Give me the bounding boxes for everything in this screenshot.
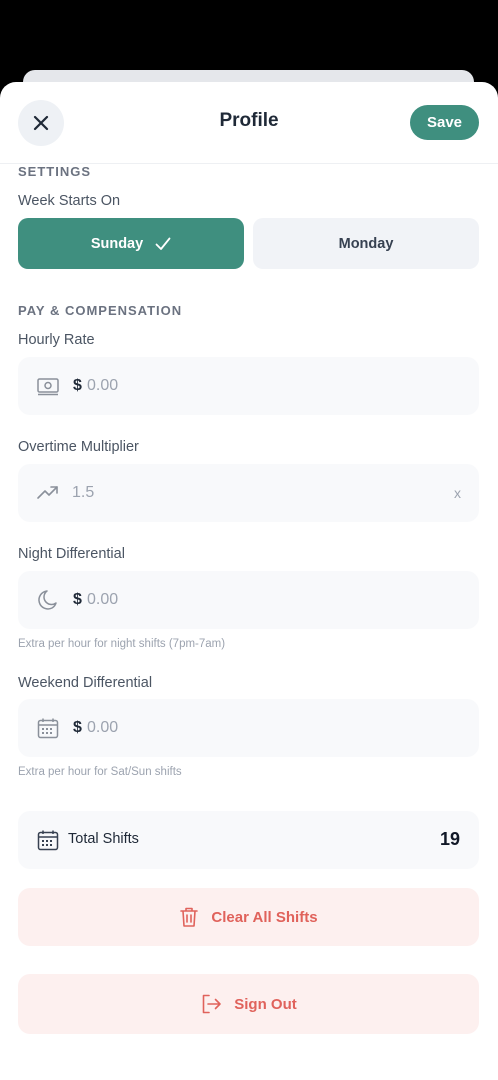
- weekend-differential-label: Weekend Differential: [18, 675, 153, 691]
- profile-sheet: Profile Save SETTINGS Week Starts On Sun…: [0, 82, 498, 1080]
- total-shifts-card: Total Shifts 19: [18, 811, 479, 869]
- total-shifts-label: Total Shifts: [68, 831, 139, 847]
- hourly-currency-prefix: $: [73, 377, 82, 394]
- clear-all-shifts-label: Clear All Shifts: [211, 908, 318, 926]
- hourly-rate-field[interactable]: $ 0.00: [18, 357, 479, 415]
- weekend-differential-field[interactable]: $ 0.00: [18, 699, 479, 757]
- clear-all-shifts-button[interactable]: Clear All Shifts: [18, 888, 479, 946]
- overtime-input[interactable]: 1.5: [72, 484, 94, 502]
- night-differential-helper: Extra per hour for night shifts (7pm-7am…: [18, 638, 226, 650]
- night-differential-input[interactable]: 0.00: [87, 591, 118, 609]
- settings-section-title: SETTINGS: [18, 164, 92, 179]
- overtime-suffix: x: [454, 485, 461, 501]
- checkmark-icon: [155, 237, 171, 251]
- logout-icon: [200, 993, 222, 1015]
- save-button[interactable]: Save: [410, 105, 479, 140]
- trash-icon: [179, 906, 199, 928]
- trending-up-icon: [36, 482, 60, 504]
- overtime-label: Overtime Multiplier: [18, 439, 139, 455]
- sign-out-button[interactable]: Sign Out: [18, 974, 479, 1034]
- weekend-differential-input[interactable]: 0.00: [87, 719, 118, 737]
- week-start-sunday-option[interactable]: Sunday: [18, 218, 244, 269]
- week-start-monday-option[interactable]: Monday: [253, 218, 479, 269]
- night-differential-field[interactable]: $ 0.00: [18, 571, 479, 629]
- money-icon: [36, 375, 60, 397]
- week-starts-label: Week Starts On: [18, 193, 121, 209]
- weekend-differential-helper: Extra per hour for Sat/Sun shifts: [18, 766, 182, 778]
- calendar-icon: [36, 829, 60, 851]
- pay-section-title: PAY & COMPENSATION: [18, 303, 183, 318]
- hourly-rate-label: Hourly Rate: [18, 332, 95, 348]
- sheet-header: Profile Save: [0, 82, 498, 164]
- hourly-rate-input[interactable]: 0.00: [87, 377, 118, 395]
- sign-out-label: Sign Out: [234, 995, 297, 1013]
- calendar-icon: [36, 717, 60, 739]
- sunday-label: Sunday: [90, 235, 144, 252]
- night-differential-label: Night Differential: [18, 546, 125, 562]
- overtime-field[interactable]: 1.5 x: [18, 464, 479, 522]
- night-currency-prefix: $: [73, 591, 82, 608]
- monday-label: Monday: [338, 235, 394, 252]
- moon-icon: [36, 589, 60, 611]
- total-shifts-value: 19: [439, 829, 460, 849]
- weekend-currency-prefix: $: [73, 719, 82, 736]
